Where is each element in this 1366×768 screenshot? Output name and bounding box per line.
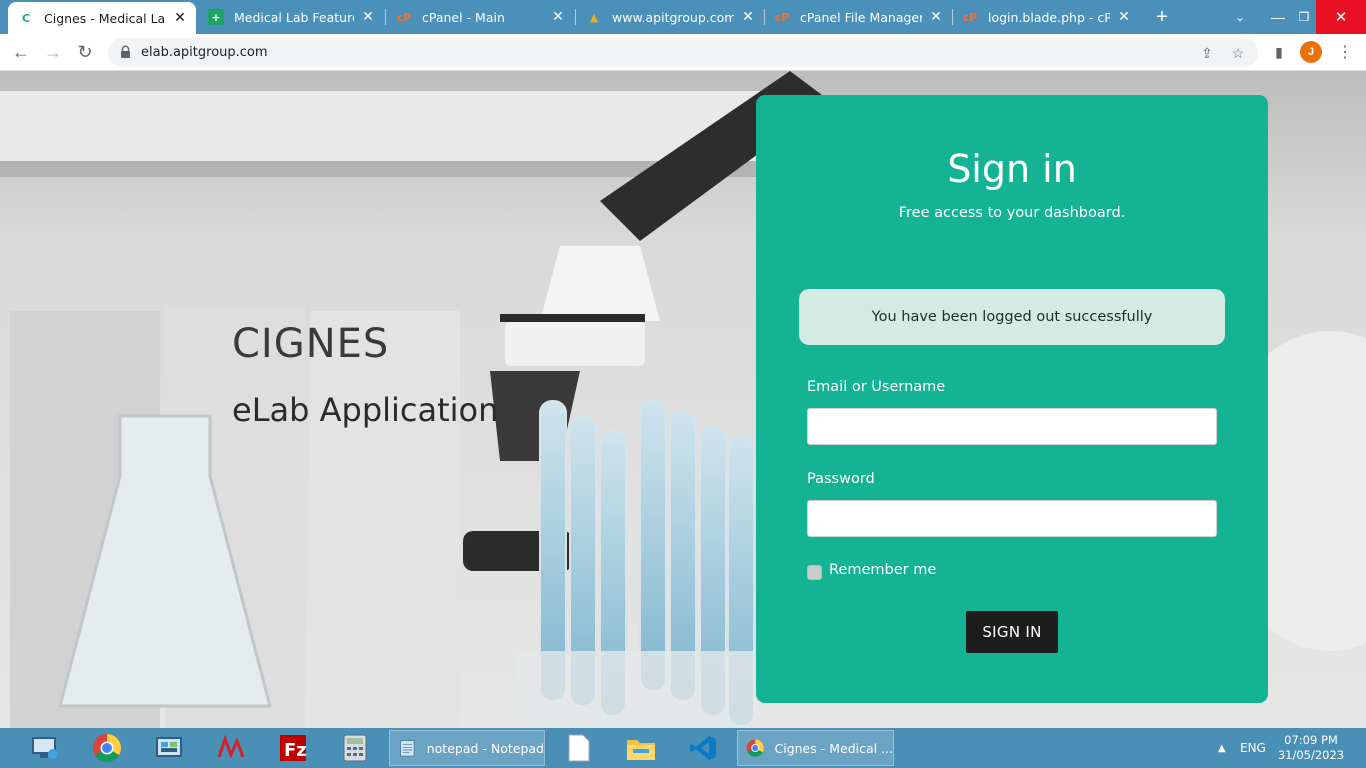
bookmark-star-icon[interactable]: ☆ [1229, 44, 1247, 62]
signin-button[interactable]: SIGN IN [966, 611, 1058, 653]
share-icon[interactable]: ⇪ [1198, 44, 1216, 62]
chrome-icon [746, 739, 764, 757]
control-panel-icon[interactable] [148, 728, 190, 768]
remember-me-checkbox[interactable] [807, 565, 822, 580]
forward-icon[interactable]: → [40, 39, 66, 65]
email-label: Email or Username [807, 379, 946, 395]
taskbar-chrome-button[interactable]: Cignes - Medical ... [737, 730, 894, 766]
tab-cpanel-file-manager[interactable]: cP cPanel File Manager v3 ✕ [764, 0, 952, 34]
remember-me-label[interactable]: Remember me [829, 562, 936, 578]
back-icon[interactable]: ← [8, 39, 34, 65]
tab-search-icon[interactable]: ⌄ [1228, 0, 1252, 34]
email-field[interactable] [807, 408, 1217, 445]
cpanel-icon: cP [396, 10, 412, 24]
close-icon[interactable]: ✕ [740, 9, 756, 25]
cpanel-icon: cP [774, 10, 790, 24]
signin-card: Sign in Free access to your dashboard. Y… [756, 95, 1268, 703]
password-label: Password [807, 471, 875, 487]
password-field[interactable] [807, 500, 1217, 537]
lock-icon [121, 45, 130, 58]
svg-text:Fz: Fz [284, 740, 307, 761]
reload-icon[interactable]: ↻ [72, 39, 98, 65]
windows-taskbar: Fz notepad - Notepad Cignes - Medical ..… [0, 728, 1366, 768]
tab-title: Medical Lab Features / [234, 9, 354, 25]
taskbar-notepad-button[interactable]: notepad - Notepad [389, 730, 545, 766]
remote-desktop-icon[interactable] [24, 728, 66, 768]
cignes-c-icon: C [21, 11, 31, 25]
notepad-icon [400, 740, 415, 757]
google-sheets-icon: + [208, 9, 224, 25]
logout-success-alert: You have been logged out successfully [799, 289, 1225, 345]
clock-time: 07:09 PM [1284, 733, 1338, 747]
brand-name: CIGNES [232, 321, 390, 367]
browser-toolbar: ← → ↻ elab.apitgroup.com ⇪ ☆ ▮ J ⋮ [0, 34, 1366, 71]
filezilla-icon[interactable]: Fz [272, 728, 314, 768]
show-hidden-icons-icon[interactable]: ▲ [1218, 728, 1226, 768]
alert-text: You have been logged out successfully [871, 309, 1153, 325]
tab-title: login.blade.php - cPane [988, 9, 1110, 25]
tab-cignes[interactable]: C Cignes - Medical Labora ✕ [8, 2, 196, 34]
tab-phpmyadmin[interactable]: ▲ www.apitgroup.com / lo ✕ [576, 0, 764, 34]
tab-title: cPanel - Main [422, 9, 505, 25]
file-explorer-icon[interactable] [620, 728, 662, 768]
cpanel-icon: cP [962, 10, 978, 24]
close-icon[interactable]: ✕ [550, 9, 566, 25]
address-bar[interactable]: elab.apitgroup.com ⇪ ☆ [108, 38, 1258, 67]
language-indicator[interactable]: ENG [1240, 728, 1266, 768]
restore-icon[interactable]: ❐ [1292, 0, 1316, 34]
tab-title: cPanel File Manager v3 [800, 9, 922, 25]
clock-date: 31/05/2023 [1277, 748, 1345, 762]
signin-subtitle: Free access to your dashboard. [898, 205, 1126, 221]
window-close-icon[interactable]: ✕ [1316, 0, 1366, 34]
browser-tab-strip: C Cignes - Medical Labora ✕ + Medical La… [0, 0, 1366, 34]
side-panel-icon[interactable]: ▮ [1266, 39, 1292, 65]
close-icon[interactable]: ✕ [928, 9, 944, 25]
close-icon[interactable]: ✕ [172, 10, 188, 26]
login-page: CIGNES eLab Application Sign in Free acc… [0, 71, 1366, 728]
url-text[interactable]: elab.apitgroup.com [141, 45, 268, 60]
calculator-icon[interactable] [334, 728, 376, 768]
taskbar-chrome-label: Cignes - Medical ... [774, 740, 894, 756]
tab-login-blade[interactable]: cP login.blade.php - cPane ✕ [952, 0, 1140, 34]
profile-avatar[interactable]: J [1300, 41, 1322, 63]
blank-document-icon[interactable] [558, 728, 600, 768]
new-tab-button[interactable]: + [1150, 0, 1174, 34]
tab-medical-lab-features[interactable]: + Medical Lab Features / ✕ [198, 0, 384, 34]
signin-title: Sign in [947, 147, 1077, 191]
system-clock[interactable]: 07:09 PM 31/05/2023 [1276, 733, 1346, 763]
menu-kebab-icon[interactable]: ⋮ [1332, 39, 1358, 65]
tab-cpanel-main[interactable]: cP cPanel - Main ✕ [386, 0, 574, 34]
chrome-icon[interactable] [86, 728, 128, 768]
taskbar-notepad-label: notepad - Notepad [426, 740, 544, 756]
vscode-icon[interactable] [682, 728, 724, 768]
close-icon[interactable]: ✕ [1116, 9, 1132, 25]
tab-title: www.apitgroup.com / lo [612, 9, 734, 25]
phpmyadmin-icon: ▲ [589, 10, 599, 24]
red-wave-app-icon[interactable] [210, 728, 252, 768]
tab-title: Cignes - Medical Labora [44, 10, 166, 26]
close-icon[interactable]: ✕ [360, 9, 376, 25]
brand-tagline: eLab Application [232, 391, 499, 429]
minimize-icon[interactable]: — [1266, 0, 1290, 34]
